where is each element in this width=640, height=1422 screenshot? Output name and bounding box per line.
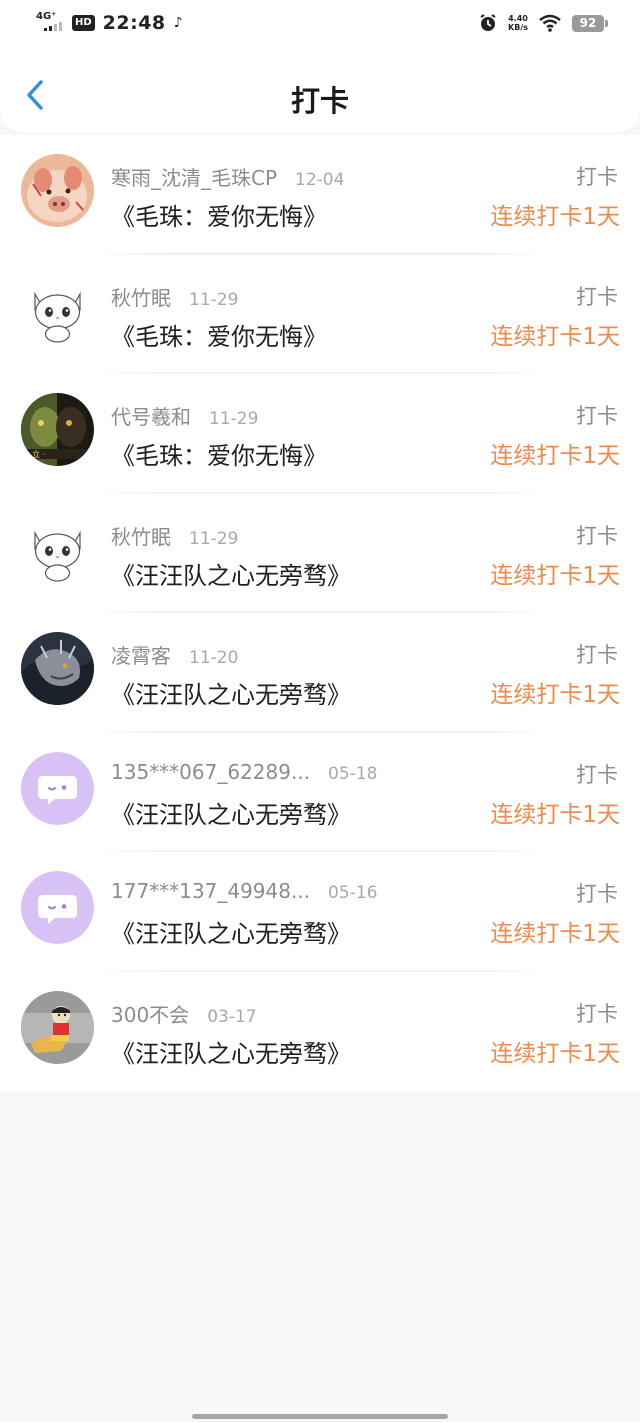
username: 秋竹眠 <box>111 524 171 549</box>
checkin-action[interactable]: 打卡 <box>576 400 618 430</box>
username: 秋竹眠 <box>111 285 171 310</box>
checkin-list: 寒雨_沈清_毛珠CP 12-04 《毛珠：爱你无悔》 打卡 连续打卡1天 秋竹眠… <box>0 135 640 1091</box>
checkin-action[interactable]: 打卡 <box>576 281 618 311</box>
checkin-date: 05-16 <box>328 883 378 903</box>
book-title: 《毛珠：爱你无悔》 <box>111 322 327 351</box>
checkin-action[interactable]: 打卡 <box>576 878 618 908</box>
nav-bar: 打卡 <box>0 50 640 132</box>
username: 代号羲和 <box>111 405 191 429</box>
list-item[interactable]: 135***067_62289... 05-18 《汪汪队之心无旁骛》 打卡 连… <box>0 733 640 852</box>
default-chat-avatar[interactable] <box>21 871 94 944</box>
checkin-date: 11-20 <box>189 648 239 668</box>
checkin-action[interactable]: 打卡 <box>576 161 618 191</box>
checkin-action[interactable]: 打卡 <box>576 520 618 550</box>
book-title: 《汪汪队之心无旁骛》 <box>111 1039 351 1068</box>
streak-label: 连续打卡1天 <box>490 921 620 947</box>
music-icon: ♪ <box>173 15 183 31</box>
username: 177***137_49948... <box>111 879 311 903</box>
username: 300不会 <box>111 1002 190 1027</box>
username: 凌霄客 <box>111 644 171 668</box>
book-title: 《汪汪队之心无旁骛》 <box>111 920 351 948</box>
wifi-icon <box>539 14 561 32</box>
book-title: 《毛珠：爱你无悔》 <box>111 203 327 231</box>
streak-label: 连续打卡1天 <box>490 204 620 230</box>
book-title: 《汪汪队之心无旁骛》 <box>111 800 351 829</box>
home-indicator[interactable] <box>192 1414 448 1419</box>
checkin-date: 11-29 <box>209 409 259 429</box>
list-item[interactable]: 凌霄客 11-20 《汪汪队之心无旁骛》 打卡 连续打卡1天 <box>0 613 640 733</box>
checkin-action[interactable]: 打卡 <box>576 759 618 789</box>
book-title: 《汪汪队之心无旁骛》 <box>111 681 351 709</box>
list-item[interactable]: 寒雨_沈清_毛珠CP 12-04 《毛珠：爱你无悔》 打卡 连续打卡1天 <box>0 135 640 255</box>
speed-unit: KB/s <box>508 23 528 32</box>
white-cat-avatar[interactable] <box>21 512 94 586</box>
checkin-date: 03-17 <box>207 1006 257 1027</box>
page-title: 打卡 <box>290 84 349 118</box>
status-bar: 4G⁺ HD 22:48 ♪ 4.40 KB/s 92 <box>0 0 640 50</box>
network-type: 4G⁺ <box>36 11 57 22</box>
checkin-action[interactable]: 打卡 <box>576 998 618 1028</box>
crayon-shin-chan-avatar[interactable] <box>21 990 94 1064</box>
checkin-date: 12-04 <box>295 170 345 190</box>
white-cat-avatar[interactable] <box>21 273 94 347</box>
book-title: 《毛珠：爱你无悔》 <box>111 442 327 470</box>
battery-icon: 92 <box>572 14 608 32</box>
checkin-date: 11-29 <box>189 289 239 310</box>
streak-label: 连续打卡1天 <box>490 682 620 708</box>
streak-label: 连续打卡1天 <box>490 1040 620 1067</box>
streak-label: 连续打卡1天 <box>490 801 620 828</box>
streak-label: 连续打卡1天 <box>490 562 620 589</box>
list-item[interactable]: 秋竹眠 11-29 《毛珠：爱你无悔》 打卡 连续打卡1天 <box>0 255 640 374</box>
cartoon-pig-avatar[interactable] <box>21 154 94 227</box>
hd-badge: HD <box>72 15 95 31</box>
default-chat-avatar[interactable] <box>21 751 94 825</box>
list-item[interactable]: 300不会 03-17 《汪汪队之心无旁骛》 打卡 连续打卡1天 <box>0 972 640 1092</box>
network-speed: 4.40 KB/s <box>508 14 528 32</box>
username: 135***067_62289... <box>111 759 311 784</box>
streak-label: 连续打卡1天 <box>490 323 620 350</box>
movie-poster-avatar[interactable]: · 立 · <box>21 393 94 466</box>
checkin-date: 05-18 <box>328 763 378 784</box>
alarm-icon <box>480 14 496 31</box>
checkin-action[interactable]: 打卡 <box>576 639 618 669</box>
book-title: 《汪汪队之心无旁骛》 <box>111 561 351 590</box>
svg-text:· 立 ·: · 立 · <box>27 449 45 459</box>
list-item[interactable]: 秋竹眠 11-29 《汪汪队之心无旁骛》 打卡 连续打卡1天 <box>0 494 640 613</box>
signal-icon: 4G⁺ <box>36 12 64 34</box>
list-item[interactable]: 177***137_49948... 05-16 《汪汪队之心无旁骛》 打卡 连… <box>0 852 640 972</box>
status-time: 22:48 <box>102 12 166 34</box>
username: 寒雨_沈清_毛珠CP <box>111 166 278 190</box>
checkin-date: 11-29 <box>189 528 239 549</box>
streak-label: 连续打卡1天 <box>490 443 620 469</box>
speed-value: 4.40 <box>508 14 528 23</box>
list-item[interactable]: · 立 · 代号羲和 11-29 《毛珠：爱你无悔》 打卡 连续打卡1天 <box>0 374 640 494</box>
dragon-avatar[interactable] <box>21 632 94 705</box>
